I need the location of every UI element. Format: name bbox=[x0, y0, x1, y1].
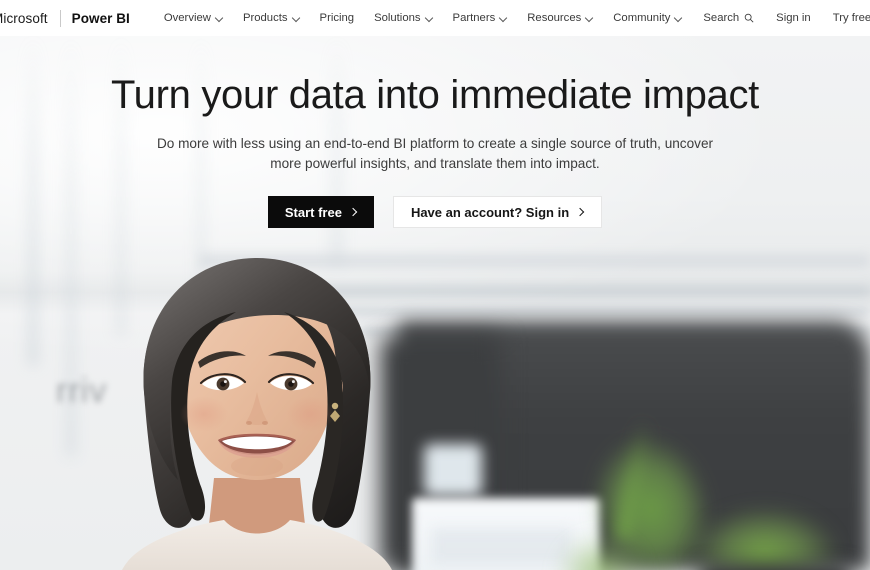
primary-nav-links: Overview Products Pricing Solutions Part… bbox=[154, 0, 693, 36]
nav-item-label: Community bbox=[613, 12, 671, 24]
search-button[interactable]: Search bbox=[692, 12, 765, 24]
chevron-right-icon bbox=[577, 208, 584, 217]
power-bi-landing-page: Microsoft Power BI Overview Products Pri… bbox=[0, 0, 870, 570]
search-icon bbox=[744, 13, 754, 23]
plant-foliage bbox=[690, 506, 840, 570]
product-name-power-bi[interactable]: Power BI bbox=[72, 11, 130, 26]
utility-nav: Search Sign in Try free Buy bbox=[692, 0, 870, 36]
nav-item-label: Products bbox=[242, 12, 288, 24]
plant-pot bbox=[700, 564, 850, 570]
nav-item-resources[interactable]: Resources bbox=[517, 0, 603, 36]
start-free-button[interactable]: Start free bbox=[267, 196, 374, 228]
nav-item-products[interactable]: Products bbox=[233, 0, 310, 36]
nav-item-partners[interactable]: Partners bbox=[443, 0, 518, 36]
start-free-label: Start free bbox=[284, 204, 342, 220]
chevron-down-icon bbox=[426, 15, 433, 22]
chevron-down-icon bbox=[675, 15, 682, 22]
chevron-down-icon bbox=[586, 15, 593, 22]
brand-divider bbox=[59, 9, 61, 27]
plant-foliage bbox=[556, 534, 646, 570]
have-account-sign-in-label: Have an account? Sign in bbox=[410, 204, 570, 220]
global-navigation-bar: Microsoft Power BI Overview Products Pri… bbox=[0, 0, 870, 36]
nav-item-pricing[interactable]: Pricing bbox=[310, 0, 365, 36]
hero-portrait-woman bbox=[92, 242, 422, 570]
chevron-down-icon bbox=[216, 15, 223, 22]
nav-item-overview[interactable]: Overview bbox=[154, 0, 233, 36]
nav-item-community[interactable]: Community bbox=[603, 0, 692, 36]
background-screen bbox=[424, 444, 482, 496]
have-account-sign-in-button[interactable]: Have an account? Sign in bbox=[392, 196, 603, 228]
hero-section: rriv Turn your data into immediate impac… bbox=[0, 36, 870, 570]
nav-item-label: Partners bbox=[452, 12, 496, 24]
chevron-down-icon bbox=[293, 15, 300, 22]
window-mullion bbox=[330, 36, 344, 266]
chevron-right-icon bbox=[350, 208, 357, 217]
nav-item-label: Resources bbox=[527, 12, 582, 24]
background-monitor-content bbox=[432, 528, 572, 564]
microsoft-logo-text[interactable]: Microsoft bbox=[0, 11, 48, 26]
try-free-link[interactable]: Try free bbox=[822, 12, 870, 24]
sign-in-link[interactable]: Sign in bbox=[765, 12, 822, 24]
nav-item-label: Overview bbox=[163, 12, 211, 24]
nav-item-label: Pricing bbox=[319, 12, 355, 24]
chevron-down-icon bbox=[500, 15, 507, 22]
nav-item-solutions[interactable]: Solutions bbox=[364, 0, 442, 36]
hero-cta-row: Start free Have an account? Sign in bbox=[0, 196, 870, 228]
hero-background-photo: rriv bbox=[0, 36, 870, 570]
brand-lockup[interactable]: Microsoft Power BI bbox=[0, 9, 130, 27]
search-label: Search bbox=[703, 12, 740, 24]
nav-item-label: Solutions bbox=[374, 12, 421, 24]
